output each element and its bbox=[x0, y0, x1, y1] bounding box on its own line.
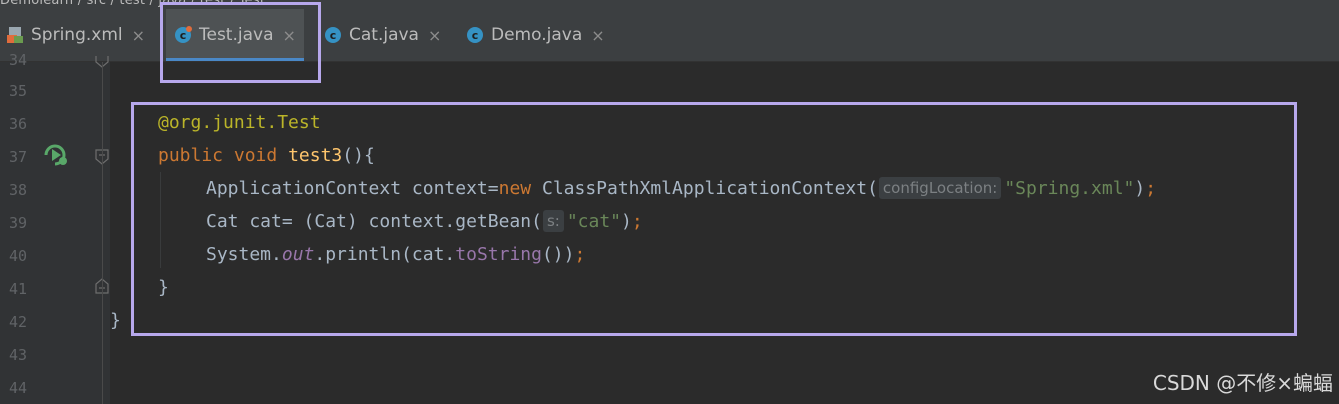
keyword-new: new bbox=[498, 178, 532, 199]
tab-label: Test.java bbox=[199, 25, 274, 45]
type-name: ApplicationContext bbox=[206, 178, 402, 199]
line-number: 43 bbox=[8, 346, 27, 364]
close-icon[interactable]: × bbox=[132, 26, 145, 45]
line-number: 36 bbox=[8, 115, 27, 133]
keyword-void: void bbox=[233, 145, 278, 166]
tab-cat-java[interactable]: c Cat.java × bbox=[324, 9, 441, 61]
semicolon: ; bbox=[631, 211, 643, 232]
annotation-package: org.junit. bbox=[168, 112, 278, 133]
svg-text:c: c bbox=[180, 29, 187, 42]
java-class-icon: c bbox=[175, 26, 192, 43]
keyword-public: public bbox=[158, 145, 224, 166]
code-line-37[interactable]: public void test3(){ bbox=[158, 143, 375, 169]
tab-label: Demo.java bbox=[491, 25, 583, 45]
parameter-hint: s: bbox=[542, 210, 564, 232]
breadcrumb[interactable]: Demolearn / src / test / java / test / T… bbox=[0, 0, 265, 8]
code-line-42[interactable]: } bbox=[110, 308, 121, 334]
close-paren: ) bbox=[1134, 178, 1146, 199]
line-number: 44 bbox=[8, 379, 27, 397]
java-class-icon: c bbox=[467, 27, 483, 43]
annotation-at: @ bbox=[158, 112, 169, 133]
constructor-call: ClassPathXmlApplicationContext( bbox=[531, 178, 878, 199]
svg-text:c: c bbox=[472, 29, 479, 42]
gutter-separator bbox=[102, 62, 103, 404]
closing-brace: } bbox=[110, 310, 121, 331]
static-field-out: out bbox=[281, 244, 315, 265]
code-line-39[interactable]: Cat cat= (Cat) context.getBean(s: "cat"); bbox=[206, 209, 643, 235]
semicolon: ; bbox=[574, 244, 586, 265]
tab-test-java[interactable]: c Test.java × bbox=[166, 9, 304, 61]
watermark: CSDN @不修×蝙蝠 bbox=[1152, 371, 1333, 395]
tab-label: Spring.xml bbox=[31, 25, 123, 45]
close-paren: ) bbox=[621, 211, 632, 232]
parameter-hint: configLocation: bbox=[878, 177, 1002, 199]
close-icon[interactable]: × bbox=[591, 26, 604, 45]
code-line-38[interactable]: ApplicationContext context=new ClassPath… bbox=[206, 176, 1156, 202]
line-number: 39 bbox=[8, 214, 27, 232]
svg-text:c: c bbox=[330, 29, 337, 42]
class-system: System. bbox=[206, 244, 282, 265]
line-number: 40 bbox=[8, 247, 27, 265]
string-literal: "cat" bbox=[566, 211, 622, 232]
method-params: (){ bbox=[342, 145, 375, 166]
close-icon[interactable]: × bbox=[428, 26, 441, 45]
breadcrumb-bar: Demolearn / src / test / java / test / T… bbox=[0, 0, 1339, 9]
cast-statement: Cat cat= (Cat) context.getBean( bbox=[206, 211, 542, 232]
variable-decl: context= bbox=[401, 178, 499, 199]
annotation-name: Test bbox=[277, 112, 321, 133]
close-icon[interactable]: × bbox=[283, 26, 296, 45]
xml-file-icon bbox=[7, 27, 23, 43]
closing-brace: } bbox=[158, 277, 169, 298]
indent-guide bbox=[160, 172, 161, 268]
semicolon: ; bbox=[1145, 178, 1157, 199]
method-println: .println(cat. bbox=[314, 244, 456, 265]
close-paren: ()) bbox=[541, 244, 575, 265]
code-line-41[interactable]: } bbox=[158, 275, 169, 301]
method-name: test3 bbox=[288, 145, 343, 166]
editor-tab-bar: Spring.xml × c Test.java × c Cat.java × … bbox=[0, 9, 1339, 62]
line-number: 42 bbox=[8, 313, 27, 331]
line-number: 41 bbox=[8, 280, 27, 298]
line-number: 35 bbox=[8, 82, 27, 100]
code-line-40[interactable]: System.out.println(cat.toString()); bbox=[206, 242, 585, 268]
method-tostring: toString bbox=[455, 244, 542, 265]
java-class-icon: c bbox=[325, 27, 341, 43]
editor-gutter: 34 35 36 37 38 39 40 41 42 43 44 bbox=[0, 51, 110, 404]
line-number: 38 bbox=[8, 181, 27, 199]
tab-demo-java[interactable]: c Demo.java × bbox=[466, 9, 605, 61]
code-line-36[interactable]: @org.junit.Test bbox=[158, 110, 321, 136]
line-number: 34 bbox=[8, 51, 27, 69]
run-test-icon[interactable] bbox=[44, 144, 68, 166]
tab-label: Cat.java bbox=[349, 25, 419, 45]
string-literal: "Spring.xml" bbox=[1004, 178, 1135, 199]
line-number: 37 bbox=[8, 148, 27, 166]
